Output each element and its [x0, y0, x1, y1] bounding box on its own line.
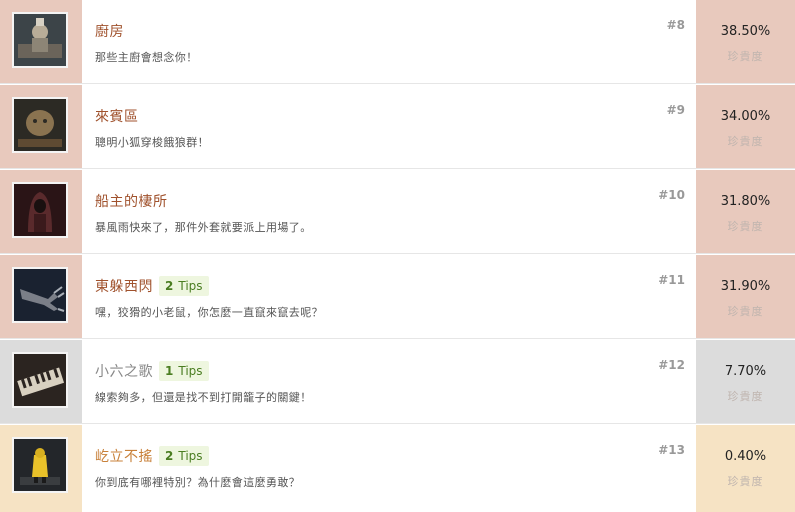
- rarity-label: 珍貴度: [727, 390, 764, 403]
- rarity-label: 珍貴度: [727, 50, 764, 63]
- achievement-title[interactable]: 東躲西閃: [95, 276, 153, 296]
- title-line: 船主的棲所: [95, 189, 168, 213]
- grabbing-hand-icon: [12, 267, 68, 323]
- unlock-percent: 38.50%: [720, 24, 771, 39]
- rarity-panel: 34.00% 珍貴度: [696, 85, 795, 168]
- achievement-rank: #11: [658, 273, 685, 287]
- tips-count: 2: [165, 449, 174, 463]
- tier-strip: [0, 0, 82, 83]
- rarity-panel: 31.90% 珍貴度: [696, 255, 795, 338]
- unlock-percent: 31.80%: [720, 194, 771, 209]
- achievement-description: 線索夠多，但還是找不到打開籠子的關鍵！: [95, 391, 312, 404]
- rarity-label: 珍貴度: [727, 135, 764, 148]
- achievement-title[interactable]: 小六之歌: [95, 361, 153, 381]
- title-line: 東躲西閃 2 Tips: [95, 274, 209, 298]
- title-line: 來賓區: [95, 104, 139, 128]
- achievement-title[interactable]: 廚房: [95, 21, 124, 41]
- achievement-description: 嘿，狡猾的小老鼠，你怎麼一直竄來竄去呢？: [95, 306, 323, 319]
- achievement-info: 船主的棲所 暴風雨快來了，那件外套就要派上用場了。 #10: [95, 170, 695, 253]
- tier-strip: [0, 85, 82, 168]
- tier-strip: [0, 170, 82, 253]
- tips-badge[interactable]: 2 Tips: [159, 276, 209, 296]
- achievement-row[interactable]: 船主的棲所 暴風雨快來了，那件外套就要派上用場了。 #10 31.80% 珍貴度: [0, 170, 795, 254]
- hooded-lady-icon: [12, 182, 68, 238]
- tips-label: Tips: [178, 364, 203, 378]
- rarity-label: 珍貴度: [727, 220, 764, 233]
- achievement-description: 你到底有哪裡特別？為什麼會這麼勇敢？: [95, 476, 301, 489]
- rarity-panel: 0.40% 珍貴度: [696, 425, 795, 512]
- rarity-panel: 7.70% 珍貴度: [696, 340, 795, 423]
- rarity-label: 珍貴度: [727, 305, 764, 318]
- rarity-panel: 38.50% 珍貴度: [696, 0, 795, 83]
- achievement-description: 聰明小狐穿梭餓狼群！: [95, 136, 209, 149]
- achievement-row[interactable]: 來賓區 聰明小狐穿梭餓狼群！ #9 34.00% 珍貴度: [0, 85, 795, 169]
- tier-strip: [0, 255, 82, 338]
- tips-count: 1: [165, 364, 174, 378]
- unlock-percent: 34.00%: [720, 109, 771, 124]
- title-line: 廚房: [95, 19, 124, 43]
- unlock-percent: 0.40%: [724, 449, 767, 464]
- tier-strip: [0, 425, 82, 512]
- achievement-rank: #13: [658, 443, 685, 457]
- achievement-rank: #12: [658, 358, 685, 372]
- achievement-title[interactable]: 屹立不搖: [95, 446, 153, 466]
- piano-keys-icon: [12, 352, 68, 408]
- rarity-panel: 31.80% 珍貴度: [696, 170, 795, 253]
- achievement-title[interactable]: 船主的棲所: [95, 191, 168, 211]
- chef-figure-icon: [12, 12, 68, 68]
- tips-label: Tips: [178, 279, 203, 293]
- tips-badge[interactable]: 2 Tips: [159, 446, 209, 466]
- title-line: 屹立不搖 2 Tips: [95, 444, 209, 468]
- unlock-percent: 31.90%: [720, 279, 771, 294]
- guest-figure-icon: [12, 97, 68, 153]
- achievement-rank: #9: [666, 103, 685, 117]
- achievement-list: 廚房 那些主廚會想念你！ #8 38.50% 珍貴度 來賓區 聰明小狐穿梭餓狼群…: [0, 0, 795, 512]
- achievement-title[interactable]: 來賓區: [95, 106, 139, 126]
- rarity-label: 珍貴度: [727, 475, 764, 488]
- achievement-row[interactable]: 小六之歌 1 Tips 線索夠多，但還是找不到打開籠子的關鍵！ #12 7.70%…: [0, 340, 795, 424]
- unlock-percent: 7.70%: [724, 364, 767, 379]
- achievement-info: 東躲西閃 2 Tips 嘿，狡猾的小老鼠，你怎麼一直竄來竄去呢？ #11: [95, 255, 695, 338]
- title-line: 小六之歌 1 Tips: [95, 359, 209, 383]
- achievement-info: 小六之歌 1 Tips 線索夠多，但還是找不到打開籠子的關鍵！ #12: [95, 340, 695, 423]
- tips-count: 2: [165, 279, 174, 293]
- tips-badge[interactable]: 1 Tips: [159, 361, 209, 381]
- achievement-row[interactable]: 東躲西閃 2 Tips 嘿，狡猾的小老鼠，你怎麼一直竄來竄去呢？ #11 31.9…: [0, 255, 795, 339]
- achievement-row[interactable]: 屹立不搖 2 Tips 你到底有哪裡特別？為什麼會這麼勇敢？ #13 0.40% …: [0, 425, 795, 512]
- achievement-row[interactable]: 廚房 那些主廚會想念你！ #8 38.50% 珍貴度: [0, 0, 795, 84]
- achievement-rank: #10: [658, 188, 685, 202]
- achievement-info: 來賓區 聰明小狐穿梭餓狼群！ #9: [95, 85, 695, 168]
- yellow-coat-child-icon: [12, 437, 68, 493]
- achievement-info: 屹立不搖 2 Tips 你到底有哪裡特別？為什麼會這麼勇敢？ #13: [95, 425, 695, 512]
- achievement-description: 暴風雨快來了，那件外套就要派上用場了。: [95, 221, 312, 234]
- achievement-description: 那些主廚會想念你！: [95, 51, 198, 64]
- achievement-info: 廚房 那些主廚會想念你！ #8: [95, 0, 695, 83]
- tips-label: Tips: [178, 449, 203, 463]
- tier-strip: [0, 340, 82, 423]
- achievement-rank: #8: [666, 18, 685, 32]
